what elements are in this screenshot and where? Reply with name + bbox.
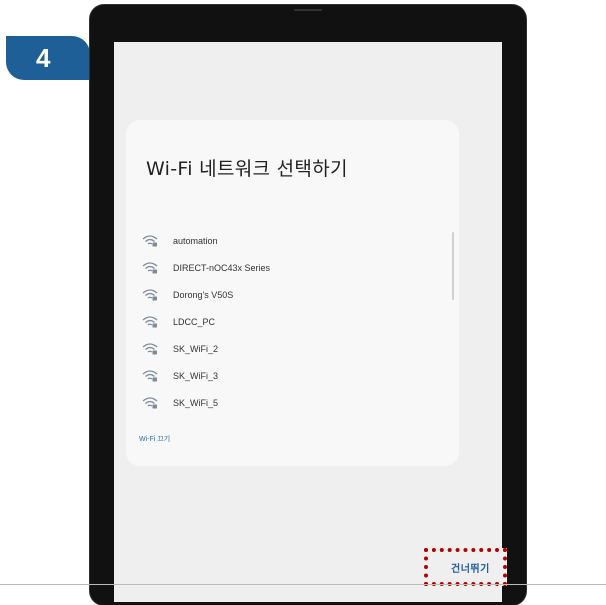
- dialog-title: Wi-Fi 네트워크 선택하기: [146, 158, 348, 180]
- wifi-network-list: automation DIRECT-nOC43x Series Dorong's…: [142, 227, 442, 416]
- skip-button[interactable]: 건너뛰기: [451, 560, 490, 575]
- wifi-network-item[interactable]: DIRECT-nOC43x Series: [142, 254, 442, 281]
- wifi-network-name: LDCC_PC: [173, 316, 216, 327]
- wifi-selection-dialog: Wi-Fi 네트워크 선택하기 automation DIRECT-nOC43x…: [126, 120, 459, 466]
- wifi-lock-icon: [142, 397, 158, 409]
- wifi-network-item[interactable]: LDCC_PC: [142, 308, 442, 335]
- wifi-lock-icon: [142, 235, 158, 247]
- wifi-lock-icon: [142, 289, 158, 301]
- wifi-network-name: SK_WiFi_5: [173, 397, 219, 408]
- wifi-lock-icon: [142, 343, 158, 355]
- step-number-badge: 4: [6, 36, 90, 80]
- wifi-network-item[interactable]: SK_WiFi_3: [142, 362, 442, 389]
- device-screen: Wi-Fi 네트워크 선택하기 automation DIRECT-nOC43x…: [114, 42, 502, 602]
- wifi-network-item[interactable]: automation: [142, 227, 442, 254]
- tablet-device-frame: Wi-Fi 네트워크 선택하기 automation DIRECT-nOC43x…: [90, 5, 526, 605]
- wifi-network-name: Dorong's V50S: [173, 289, 234, 300]
- wifi-lock-icon: [142, 316, 158, 328]
- wifi-network-name: automation: [173, 235, 218, 246]
- wifi-lock-icon: [142, 370, 158, 382]
- camera-icon: [294, 9, 322, 11]
- list-scrollbar[interactable]: [452, 232, 454, 300]
- divider-line: [0, 584, 606, 585]
- wifi-network-item[interactable]: SK_WiFi_5: [142, 389, 442, 416]
- wifi-network-item[interactable]: Dorong's V50S: [142, 281, 442, 308]
- wifi-lock-icon: [142, 262, 158, 274]
- wifi-network-item[interactable]: SK_WiFi_2: [142, 335, 442, 362]
- wifi-off-link[interactable]: Wi-Fi 끄기: [139, 434, 170, 444]
- wifi-network-name: DIRECT-nOC43x Series: [173, 262, 271, 273]
- wifi-network-name: SK_WiFi_2: [173, 343, 219, 354]
- wifi-network-name: SK_WiFi_3: [173, 370, 219, 381]
